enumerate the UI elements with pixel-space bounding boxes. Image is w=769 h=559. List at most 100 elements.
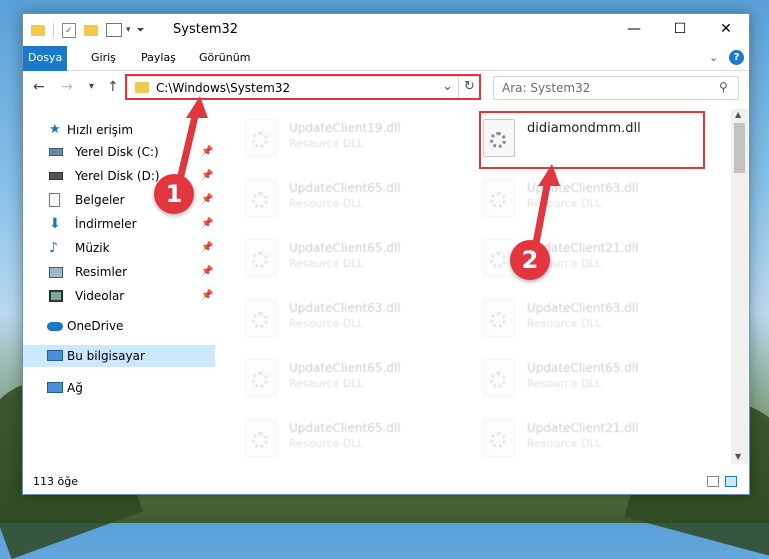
file-name: UpdateClient65.dll	[289, 421, 401, 435]
file-name: UpdateClient65.dll	[289, 241, 401, 255]
sidebar-item-label: Bu bilgisayar	[67, 349, 145, 363]
documents-icon	[49, 193, 60, 207]
sidebar-item-quick-access[interactable]: ★ Hızlı erişim	[23, 119, 215, 141]
file-item[interactable]: UpdateClient63.dll Resource DLL	[245, 297, 465, 347]
new-folder-icon[interactable]	[84, 24, 98, 36]
dll-file-icon	[245, 419, 277, 457]
pin-icon: 📌	[201, 170, 214, 181]
item-count: 113 öğe	[33, 475, 78, 488]
step-one-badge: 1	[154, 174, 194, 214]
file-name: UpdateClient19.dll	[289, 121, 401, 135]
sidebar-item-downloads[interactable]: ⬇ İndirmeler 📌	[23, 213, 215, 235]
file-type: Resource DLL	[527, 377, 602, 390]
sidebar-item-this-pc[interactable]: Bu bilgisayar	[23, 345, 215, 367]
file-name: UpdateClient65.dll	[289, 361, 401, 375]
explorer-window: ✓ ▾ ⏷ System32 — ☐ ✕ Dosya Giriş Paylaş …	[22, 13, 750, 495]
details-view-icon[interactable]	[707, 476, 719, 487]
pin-icon: 📌	[201, 146, 214, 157]
large-icons-view-icon[interactable]	[725, 476, 737, 487]
sidebar-item-label: Resimler	[75, 265, 128, 279]
music-icon: ♪	[49, 240, 58, 256]
vertical-scrollbar[interactable]: ▲ ▼	[731, 109, 748, 464]
scroll-up-icon[interactable]: ▲	[735, 110, 741, 119]
tab-home[interactable]: Giriş	[81, 46, 126, 70]
file-name: UpdateClient21.dll	[527, 421, 639, 435]
dll-file-icon	[483, 419, 515, 457]
scroll-down-icon[interactable]: ▼	[735, 452, 741, 461]
ribbon: Dosya Giriş Paylaş Görünüm ⌄ ?	[23, 46, 749, 96]
file-highlight-box	[479, 111, 705, 169]
pictures-icon	[49, 267, 63, 278]
sidebar-item-videos[interactable]: Videolar 📌	[23, 285, 215, 307]
search-box[interactable]: Ara: System32 ⚲	[493, 76, 739, 100]
pin-icon: 📌	[201, 242, 214, 253]
sidebar-item-label: Ağ	[67, 381, 83, 395]
folder-icon[interactable]	[31, 24, 45, 36]
title-bar: ✓ ▾ ⏷ System32 — ☐ ✕	[23, 14, 749, 46]
file-name: UpdateClient63.dll	[289, 301, 401, 315]
sidebar-item-label: Belgeler	[75, 193, 125, 207]
chevron-down-icon[interactable]: ▾	[126, 25, 131, 35]
maximize-button[interactable]: ☐	[657, 14, 703, 44]
pin-icon: 📌	[201, 266, 214, 277]
help-button[interactable]: ?	[729, 50, 744, 65]
file-name: UpdateClient63.dll	[527, 301, 639, 315]
scrollbar-thumb[interactable]	[734, 123, 745, 173]
drive-icon	[49, 172, 63, 180]
file-item[interactable]: UpdateClient65.dll Resource DLL	[245, 237, 465, 287]
sidebar-item-label: Yerel Disk (D:)	[75, 169, 160, 183]
file-name: UpdateClient63.dll	[527, 181, 639, 195]
sidebar-item-music[interactable]: ♪ Müzik 📌	[23, 237, 215, 259]
file-name: UpdateClient65.dll	[289, 181, 401, 195]
sidebar-item-pictures[interactable]: Resimler 📌	[23, 261, 215, 283]
file-item[interactable]: UpdateClient21.dll Resource DLL	[483, 417, 703, 464]
file-type: Resource DLL	[527, 197, 602, 210]
up-button[interactable]: ↑	[107, 79, 119, 95]
navigation-pane: ★ Hızlı erişim Yerel Disk (C:) 📌 Yerel D…	[23, 109, 215, 464]
file-item[interactable]: UpdateClient65.dll Resource DLL	[245, 177, 465, 227]
file-type: Resource DLL	[289, 377, 364, 390]
tab-view[interactable]: Görünüm	[189, 46, 260, 70]
sidebar-item-network[interactable]: Ağ	[23, 377, 215, 399]
file-item[interactable]: UpdateClient65.dll Resource DLL	[245, 357, 465, 407]
quick-access-toolbar: ✓ ▾ ⏷	[31, 22, 145, 38]
forward-button[interactable]: →	[61, 79, 73, 95]
tab-share[interactable]: Paylaş	[131, 46, 186, 70]
search-input[interactable]: Ara: System32	[502, 81, 590, 95]
file-item[interactable]: UpdateClient19.dll Resource DLL	[245, 117, 465, 167]
file-type: Resource DLL	[527, 437, 602, 450]
recent-locations-button[interactable]: ▾	[89, 81, 94, 92]
navigation-bar: ← → ▾ ↑ C:\Windows\System32 ⌄ ↻ Ara: Sys…	[23, 71, 749, 103]
back-button[interactable]: ←	[33, 79, 45, 95]
step-two-badge: 2	[510, 240, 550, 280]
dropdown-arrow-icon[interactable]: ⏷	[137, 25, 145, 36]
properties-icon[interactable]: ✓	[62, 22, 76, 38]
dll-file-icon	[245, 299, 277, 337]
minimize-button[interactable]: —	[611, 14, 657, 44]
videos-icon	[49, 290, 63, 302]
close-button[interactable]: ✕	[703, 14, 749, 44]
computer-icon	[47, 350, 63, 361]
dll-file-icon	[245, 179, 277, 217]
sidebar-item-label: Yerel Disk (C:)	[75, 145, 159, 159]
sidebar-item-local-disk-c[interactable]: Yerel Disk (C:) 📌	[23, 141, 215, 163]
separator	[53, 23, 54, 37]
cloud-icon	[47, 322, 63, 331]
dll-file-icon	[245, 119, 277, 157]
dll-file-icon	[483, 179, 515, 217]
search-icon[interactable]: ⚲	[719, 80, 728, 94]
sidebar-item-label: Müzik	[75, 241, 110, 255]
file-item[interactable]: UpdateClient65.dll Resource DLL	[245, 417, 465, 464]
sidebar-item-label: OneDrive	[67, 319, 124, 333]
file-item[interactable]: UpdateClient63.dll Resource DLL	[483, 177, 703, 227]
file-item[interactable]: UpdateClient63.dll Resource DLL	[483, 297, 703, 347]
sidebar-item-label: Videolar	[75, 289, 125, 303]
network-icon	[47, 382, 63, 393]
file-type: Resource DLL	[289, 197, 364, 210]
address-highlight-box	[125, 74, 481, 100]
sidebar-item-onedrive[interactable]: OneDrive	[23, 315, 215, 337]
file-item[interactable]: UpdateClient65.dll Resource DLL	[483, 357, 703, 407]
expand-ribbon-icon[interactable]: ⌄	[709, 51, 718, 64]
sidebar-item-label: Hızlı erişim	[67, 123, 134, 137]
customize-icon[interactable]	[106, 23, 122, 37]
